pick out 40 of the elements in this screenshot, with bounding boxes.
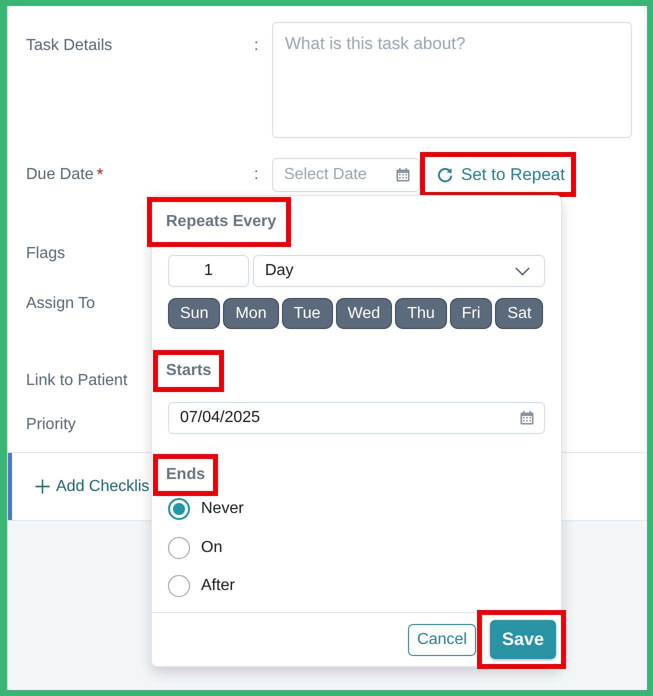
add-checklist-button[interactable]: Add Checklis — [35, 474, 150, 498]
start-date-field[interactable]: 07/04/2025 — [168, 402, 545, 434]
plus-icon — [35, 479, 50, 494]
day-toggle[interactable]: Tue — [282, 298, 333, 329]
field-label: Link to Patient — [26, 371, 128, 391]
field-label: Task Details — [26, 36, 112, 56]
field-label: Flags — [26, 244, 66, 264]
radio-button[interactable] — [168, 575, 190, 597]
calendar-icon — [396, 168, 410, 182]
unit-dropdown[interactable]: Day — [253, 255, 545, 287]
radio-button[interactable] — [168, 498, 190, 520]
day-toggle[interactable]: Sat — [495, 298, 544, 329]
field-label: Due Date — [26, 164, 94, 184]
date-field[interactable]: Select Date — [272, 158, 420, 192]
calendar-icon — [520, 411, 534, 425]
required-mark: * — [96, 164, 104, 186]
refresh-icon — [437, 166, 453, 182]
accent-bar — [8, 453, 12, 520]
field-label: Priority — [26, 415, 76, 435]
day-toggle[interactable]: Mon — [223, 298, 279, 329]
radio-label: On — [201, 538, 222, 558]
colon-separator: : — [253, 166, 258, 182]
radio-label: After — [201, 576, 235, 596]
day-toggle[interactable]: Fri — [450, 298, 492, 329]
set-to-repeat-button[interactable]: Set to Repeat — [425, 157, 571, 192]
section-heading: Repeats Every — [165, 212, 278, 232]
save-button[interactable]: Save — [490, 620, 556, 659]
radio-label: Never — [201, 499, 244, 519]
section-heading: Starts — [166, 361, 212, 381]
day-toggle[interactable]: Wed — [336, 298, 392, 329]
day-toggle[interactable]: Thu — [395, 298, 447, 329]
colon-separator: : — [253, 37, 258, 54]
section-heading: Ends — [166, 465, 206, 485]
task-details-field[interactable]: What is this task about? — [272, 22, 632, 138]
radio-button[interactable] — [168, 536, 190, 558]
cancel-button[interactable]: Cancel — [408, 624, 476, 656]
chevron-down-icon — [515, 266, 530, 276]
interval-field[interactable]: 1 — [168, 255, 249, 287]
field-label: Assign To — [26, 294, 96, 314]
day-toggle[interactable]: Sun — [168, 298, 220, 329]
